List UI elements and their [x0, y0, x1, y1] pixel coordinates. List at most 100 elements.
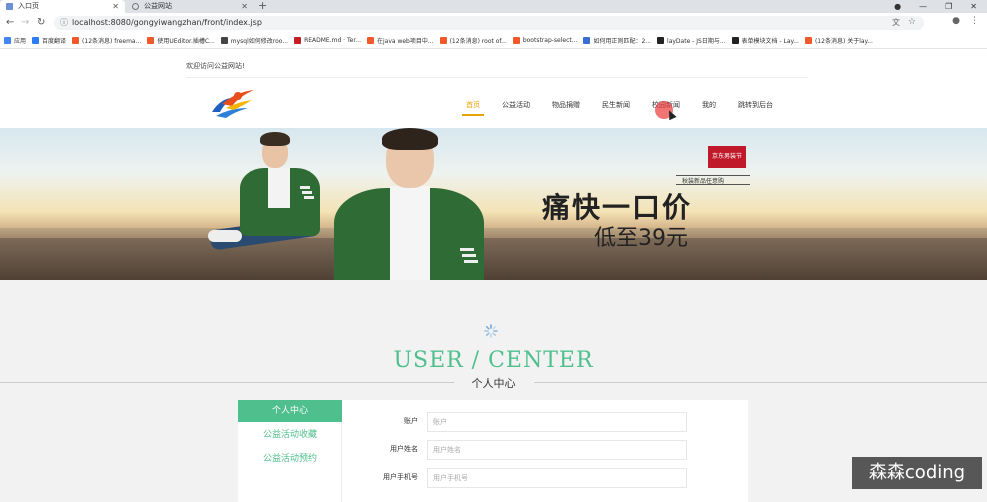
nav-item[interactable]: 物品捐赠 — [552, 98, 580, 112]
form-row: 账户 账户 — [368, 412, 688, 432]
nav-item[interactable]: 民生新闻 — [602, 98, 630, 112]
bookmark-item[interactable]: layDate - JS日期与... — [657, 36, 726, 45]
bookmark-favicon-icon — [32, 37, 40, 44]
nav-item[interactable]: 首页 — [462, 98, 484, 116]
nav-item[interactable]: 我的 — [702, 98, 716, 112]
browser-tab-1[interactable]: 入口页 ✕ — [0, 0, 125, 13]
text-field[interactable]: 账户 — [427, 412, 687, 432]
section-title-cn: 个人中心 — [471, 377, 516, 390]
bookmark-item[interactable]: bootstrap-select... — [512, 37, 578, 44]
bookmark-item[interactable]: (12条消息) freema... — [72, 36, 141, 45]
reload-icon[interactable]: ↻ — [37, 16, 45, 30]
info-icon[interactable]: ⓘ — [60, 17, 68, 28]
bookmark-item[interactable]: mysql如何修改roo... — [220, 36, 289, 45]
bookmark-favicon-icon — [583, 37, 591, 44]
bookmark-favicon-icon — [731, 37, 739, 44]
model-left-shoe — [208, 230, 242, 242]
model-right-hair — [382, 128, 438, 150]
divider — [186, 77, 808, 78]
account-icon[interactable]: ● — [952, 16, 960, 26]
video-watermark: 森森coding — [852, 457, 982, 489]
nav-item[interactable]: 跳转到后台 — [738, 98, 773, 112]
address-input[interactable]: ⓘ localhost:8080/gongyiwangzhan/front/in… — [54, 16, 924, 30]
bookmark-favicon-icon — [512, 37, 520, 44]
sleeve-stripe — [300, 186, 310, 189]
bookmark-label: 如何用正则匹配：2... — [593, 38, 652, 45]
restore-icon[interactable]: ❐ — [945, 0, 952, 13]
bookmark-label: (12条消息) root of... — [449, 38, 507, 45]
promo-price: 低至39元 — [594, 226, 688, 251]
model-left-shirt — [268, 168, 290, 208]
menu-icon[interactable]: ⋮ — [970, 16, 979, 26]
sidebar-item[interactable]: 个人中心 — [238, 400, 342, 422]
bookmark-label: layDate - JS日期与... — [667, 38, 726, 45]
user-sidebar: 个人中心 公益活动收藏 公益活动预约 — [238, 400, 342, 502]
window-controls: ● — ❐ ✕ — [894, 0, 977, 13]
section-title-cn-wrap: 个人中心 — [0, 375, 987, 390]
sleeve-stripe — [464, 260, 478, 263]
bookmark-apps[interactable]: 应用 — [4, 36, 26, 45]
bookmark-favicon-icon — [804, 37, 812, 44]
sidebar-item[interactable]: 公益活动收藏 — [238, 424, 342, 446]
bookmark-item[interactable]: (12条消息) 关于lay... — [804, 36, 873, 45]
bookmark-item[interactable]: (12条消息) root of... — [439, 36, 507, 45]
close-icon[interactable]: ✕ — [241, 0, 248, 13]
back-icon[interactable]: ← — [6, 16, 14, 30]
star-icon[interactable]: ☆ — [908, 17, 916, 27]
bookmark-item[interactable]: 表单模块文档 - Lay... — [731, 36, 799, 45]
bookmark-item[interactable]: 在java web项目中... — [366, 36, 434, 45]
bookmark-favicon-icon — [220, 37, 228, 44]
promo-banner[interactable]: 京东男装节 秋装新品任意购 痛快一口价 低至39元 — [0, 128, 987, 280]
bookmarks-bar: 应用 百度翻译 (12条消息) freema... 使用UEditor.插槽C... m… — [0, 33, 987, 49]
apps-grid-icon — [4, 37, 11, 44]
globe-icon — [132, 3, 139, 10]
profile-icon[interactable]: ● — [894, 0, 901, 13]
sleeve-stripe — [462, 254, 476, 257]
sleeve-stripe — [460, 248, 474, 251]
bookmark-label: bootstrap-select... — [522, 37, 578, 44]
bookmark-item[interactable]: 使用UEditor.插槽C... — [147, 36, 215, 45]
text-field[interactable]: 用户姓名 — [427, 440, 687, 460]
close-icon[interactable]: ✕ — [112, 0, 119, 13]
bookmark-label: (12条消息) 关于lay... — [814, 38, 873, 45]
field-label: 账户 — [404, 417, 418, 425]
banner-road — [0, 238, 987, 280]
translate-icon[interactable]: 文 — [892, 17, 900, 28]
bookmark-item[interactable]: README.md · Ter... — [294, 37, 361, 44]
field-label: 用户手机号 — [383, 473, 418, 481]
bookmark-item[interactable]: 如何用正则匹配：2... — [583, 36, 651, 45]
nav-item[interactable]: 公益活动 — [502, 98, 530, 112]
user-center-section: USER / CENTER 个人中心 个人中心 公益活动收藏 公益活动预约 账户 账户… — [0, 280, 987, 502]
bookmark-favicon-icon — [439, 37, 447, 44]
main-nav: 首页公益活动物品捐赠民生新闻校园新闻我的跳转到后台 — [462, 98, 773, 116]
text-field[interactable]: 用户手机号 — [427, 468, 687, 488]
bookmark-label: 表单模块文档 - Lay... — [741, 38, 799, 45]
tab-label: 入口页 — [18, 2, 39, 10]
sleeve-stripe — [304, 196, 314, 199]
field-label: 用户姓名 — [390, 445, 418, 453]
bookmark-label: mysql如何修改roo... — [230, 38, 289, 45]
browser-tab-bar: 入口页 ✕ 公益网站 ✕ + ● — ❐ ✕ — [0, 0, 987, 13]
close-window-icon[interactable]: ✕ — [970, 0, 977, 13]
minimize-icon[interactable]: — — [919, 0, 927, 13]
sleeve-stripe — [302, 191, 312, 194]
promo-badge: 京东男装节 — [708, 146, 746, 168]
tab-label: 公益网站 — [144, 2, 172, 10]
toolbar-right: ● ⋮ — [952, 16, 979, 26]
model-right-shirt — [390, 186, 430, 280]
bookmark-item[interactable]: 百度翻译 — [32, 36, 66, 45]
site-logo[interactable] — [208, 86, 258, 120]
form-row: 用户手机号 用户手机号 — [368, 468, 688, 488]
bookmark-label: README.md · Ter... — [304, 37, 361, 44]
page-content: 欢迎访问公益网站! 首页公益活动物品捐赠民生新闻校园新闻我的跳转到后台 京东男装… — [0, 50, 987, 502]
browser-tab-2[interactable]: 公益网站 ✕ — [126, 0, 254, 13]
model-left-hair — [260, 132, 290, 146]
bookmark-favicon-icon — [657, 37, 665, 44]
promo-subtitle: 秋装新品任意购 — [682, 178, 725, 185]
bookmark-favicon-icon — [72, 37, 80, 44]
sidebar-item[interactable]: 公益活动预约 — [238, 448, 342, 470]
forward-icon[interactable]: → — [21, 16, 29, 30]
bookmark-favicon-icon — [294, 37, 302, 44]
loading-spinner-icon — [484, 324, 498, 338]
new-tab-button[interactable]: + — [258, 0, 267, 12]
